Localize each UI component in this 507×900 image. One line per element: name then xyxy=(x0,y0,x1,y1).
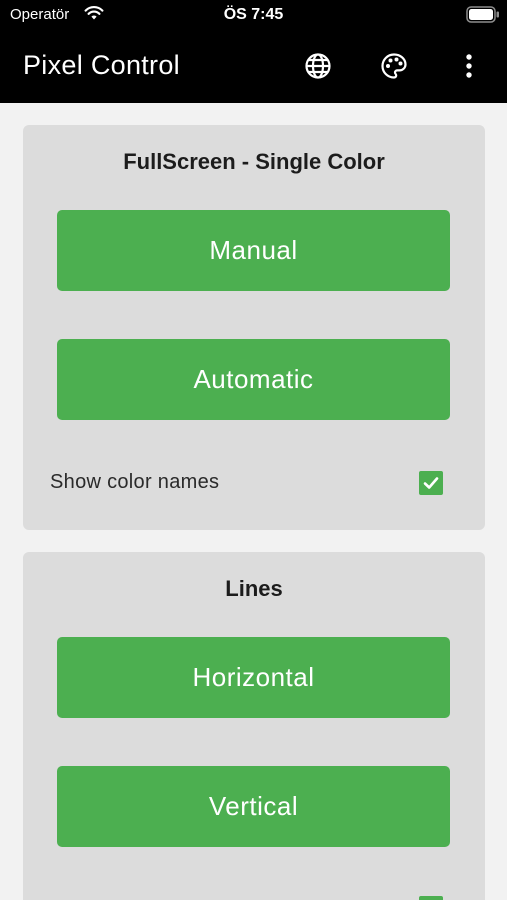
palette-button[interactable] xyxy=(376,48,412,84)
section-title: FullScreen - Single Color xyxy=(123,149,385,174)
lines-option-checkbox[interactable] xyxy=(419,896,443,900)
section-card-lines: Lines Horizontal Vertical xyxy=(23,552,485,900)
vertical-button[interactable]: Vertical xyxy=(57,766,450,847)
manual-button[interactable]: Manual xyxy=(57,210,450,291)
section-title: Lines xyxy=(225,576,283,601)
show-color-names-checkbox[interactable] xyxy=(419,471,443,495)
show-color-names-label: Show color names xyxy=(50,471,220,493)
status-bar: Operatör ÖS 7:45 xyxy=(0,0,507,32)
battery-icon xyxy=(466,6,499,23)
palette-icon xyxy=(381,53,407,79)
automatic-button[interactable]: Automatic xyxy=(57,339,450,420)
app-title: Pixel Control xyxy=(23,50,180,80)
checkmark-icon xyxy=(423,477,439,489)
app-bar: Operatör ÖS 7:45 Pixel Control xyxy=(0,0,507,103)
language-icon xyxy=(305,53,331,79)
language-button[interactable] xyxy=(300,48,336,84)
app-screen: Operatör ÖS 7:45 Pixel Control FullScree… xyxy=(0,0,507,900)
status-time: ÖS 7:45 xyxy=(223,6,284,23)
more-options-button[interactable] xyxy=(451,48,487,84)
section-card-fullscreen: FullScreen - Single Color Manual Automat… xyxy=(23,125,485,530)
horizontal-button[interactable]: Horizontal xyxy=(57,637,450,718)
more-vert-icon xyxy=(466,54,472,78)
